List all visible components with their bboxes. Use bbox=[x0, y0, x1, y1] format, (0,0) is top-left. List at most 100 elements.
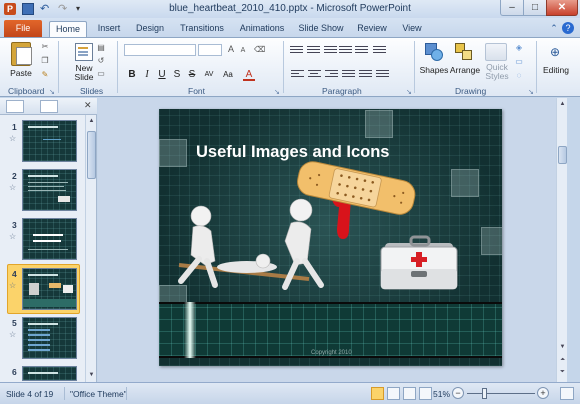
decrease-indent-icon[interactable] bbox=[324, 44, 337, 56]
font-launcher-icon[interactable]: ↘ bbox=[274, 88, 280, 96]
font-name-dropdown[interactable] bbox=[124, 44, 196, 56]
thumbnails-scrollbar[interactable]: ▲ ▼ bbox=[85, 115, 96, 382]
align-left-icon[interactable] bbox=[291, 68, 304, 80]
tab-transitions[interactable]: Transitions bbox=[176, 21, 228, 37]
scroll-up-arrow-icon[interactable]: ▲ bbox=[558, 99, 567, 109]
paragraph-launcher-icon[interactable]: ↘ bbox=[406, 88, 412, 96]
shape-fill-icon[interactable]: ◈ bbox=[514, 43, 524, 52]
tab-view[interactable]: View bbox=[398, 21, 426, 37]
layout-icon[interactable]: ▤ bbox=[96, 43, 106, 52]
section-icon[interactable]: ▭ bbox=[96, 69, 106, 78]
editing-button[interactable]: Editing bbox=[539, 65, 573, 75]
scrollbar-thumb[interactable] bbox=[87, 131, 96, 179]
zoom-slider-track[interactable] bbox=[467, 393, 535, 394]
group-divider bbox=[536, 41, 537, 93]
tab-file[interactable]: File bbox=[4, 20, 42, 37]
align-right-icon[interactable] bbox=[325, 68, 338, 80]
slide-thumbnail-5[interactable] bbox=[22, 317, 77, 359]
reading-view-button[interactable] bbox=[403, 387, 416, 400]
font-color-button[interactable]: A bbox=[243, 69, 255, 81]
slide-thumbnail-6[interactable] bbox=[22, 366, 77, 381]
paragraph-group-label: Paragraph bbox=[322, 86, 362, 96]
slides-pane: ✕ 1 ☆ 2 ☆ 3 ☆ 4 ☆ 5 ☆ 6 ▲ ▼ bbox=[0, 98, 97, 382]
reset-icon[interactable]: ↺ bbox=[96, 56, 106, 65]
cut-icon[interactable]: ✂ bbox=[40, 42, 50, 51]
quick-styles-button[interactable]: Quick Styles bbox=[482, 63, 512, 81]
help-icon[interactable]: ? bbox=[562, 22, 574, 34]
binoculars-icon[interactable]: ⊕ bbox=[547, 44, 563, 60]
arrange-button[interactable]: Arrange bbox=[449, 65, 481, 75]
format-painter-icon[interactable]: ✎ bbox=[40, 70, 50, 79]
ribbon-minimize-icon[interactable]: ⌃ bbox=[548, 22, 560, 34]
line-spacing-icon[interactable] bbox=[355, 44, 368, 56]
slide-thumbnail-2[interactable] bbox=[22, 169, 77, 211]
grow-font-icon[interactable]: A bbox=[226, 45, 236, 54]
shapes-icon[interactable] bbox=[425, 43, 443, 61]
close-pane-icon[interactable]: ✕ bbox=[84, 100, 92, 111]
zoom-slider-knob[interactable] bbox=[482, 388, 487, 399]
shrink-font-icon[interactable]: A bbox=[238, 46, 248, 55]
close-button[interactable]: ✕ bbox=[546, 0, 578, 16]
bold-button[interactable]: B bbox=[126, 69, 138, 81]
justify-icon[interactable] bbox=[342, 68, 355, 80]
minimize-button[interactable]: – bbox=[500, 0, 524, 16]
tab-design[interactable]: Design bbox=[132, 21, 168, 37]
slide-show-view-button[interactable] bbox=[419, 387, 432, 400]
underline-button[interactable]: U bbox=[156, 69, 168, 81]
slide-title[interactable]: Useful Images and Icons bbox=[196, 143, 389, 162]
current-slide[interactable]: Useful Images and Icons Copyright 2010 bbox=[159, 109, 502, 366]
numbering-icon[interactable] bbox=[307, 44, 320, 56]
columns-icon[interactable] bbox=[359, 68, 372, 80]
thumbnail-number: 6 bbox=[12, 367, 17, 377]
zoom-out-icon[interactable]: − bbox=[452, 387, 464, 399]
next-slide-icon[interactable]: ⏷ bbox=[558, 367, 567, 377]
italic-button[interactable]: I bbox=[141, 69, 153, 81]
scroll-down-arrow-icon[interactable]: ▼ bbox=[558, 342, 567, 352]
bullets-icon[interactable] bbox=[290, 44, 303, 56]
char-spacing-button[interactable]: AV bbox=[203, 69, 215, 81]
shadow-button[interactable]: S bbox=[171, 69, 183, 81]
smartart-icon[interactable] bbox=[376, 68, 389, 80]
scrollbar-thumb[interactable] bbox=[558, 146, 567, 164]
group-divider bbox=[58, 41, 59, 93]
slide-scrollbar[interactable]: ▲ ▼ ⏶ ⏷ bbox=[556, 98, 567, 382]
increase-indent-icon[interactable] bbox=[339, 44, 352, 56]
copy-icon[interactable]: ❐ bbox=[40, 56, 50, 65]
align-center-icon[interactable] bbox=[308, 68, 321, 80]
tab-slides[interactable] bbox=[6, 100, 24, 113]
previous-slide-icon[interactable]: ⏶ bbox=[558, 355, 567, 365]
tab-review[interactable]: Review bbox=[354, 21, 390, 37]
text-direction-icon[interactable] bbox=[373, 44, 386, 56]
drawing-group-label: Drawing bbox=[455, 86, 487, 96]
tab-home[interactable]: Home bbox=[49, 21, 87, 37]
strikethrough-button[interactable]: S bbox=[186, 69, 198, 81]
fit-to-window-button[interactable] bbox=[560, 387, 574, 400]
paste-icon[interactable] bbox=[11, 42, 32, 66]
tab-insert[interactable]: Insert bbox=[92, 21, 126, 37]
font-size-dropdown[interactable] bbox=[198, 44, 222, 56]
slide-thumbnail-4[interactable] bbox=[22, 268, 77, 310]
shapes-button[interactable]: Shapes bbox=[418, 65, 450, 75]
zoom-level[interactable]: 51% bbox=[433, 389, 450, 399]
change-case-button[interactable]: Aa bbox=[222, 69, 234, 81]
zoom-in-icon[interactable]: + bbox=[537, 387, 549, 399]
paste-button[interactable]: Paste bbox=[9, 68, 33, 78]
scroll-up-arrow-icon[interactable]: ▲ bbox=[87, 116, 96, 126]
maximize-button[interactable]: □ bbox=[523, 0, 547, 16]
quick-styles-icon[interactable] bbox=[485, 43, 507, 61]
shape-effects-icon[interactable]: ◌ bbox=[514, 71, 524, 80]
clear-format-icon[interactable]: ⌫ bbox=[254, 45, 265, 54]
tab-slide-show[interactable]: Slide Show bbox=[296, 21, 346, 37]
tab-outline[interactable] bbox=[40, 100, 58, 113]
slide-sorter-view-button[interactable] bbox=[387, 387, 400, 400]
clipboard-launcher-icon[interactable]: ↘ bbox=[49, 88, 55, 96]
arrange-icon[interactable] bbox=[455, 43, 473, 61]
normal-view-button[interactable] bbox=[371, 387, 384, 400]
drawing-launcher-icon[interactable]: ↘ bbox=[528, 88, 534, 96]
slide-thumbnail-1[interactable] bbox=[22, 120, 77, 162]
scroll-down-arrow-icon[interactable]: ▼ bbox=[87, 370, 96, 380]
shape-outline-icon[interactable]: ▭ bbox=[514, 57, 524, 66]
tab-animations[interactable]: Animations bbox=[236, 21, 288, 37]
slide-thumbnail-3[interactable] bbox=[22, 218, 77, 260]
new-slide-icon[interactable] bbox=[75, 43, 93, 61]
